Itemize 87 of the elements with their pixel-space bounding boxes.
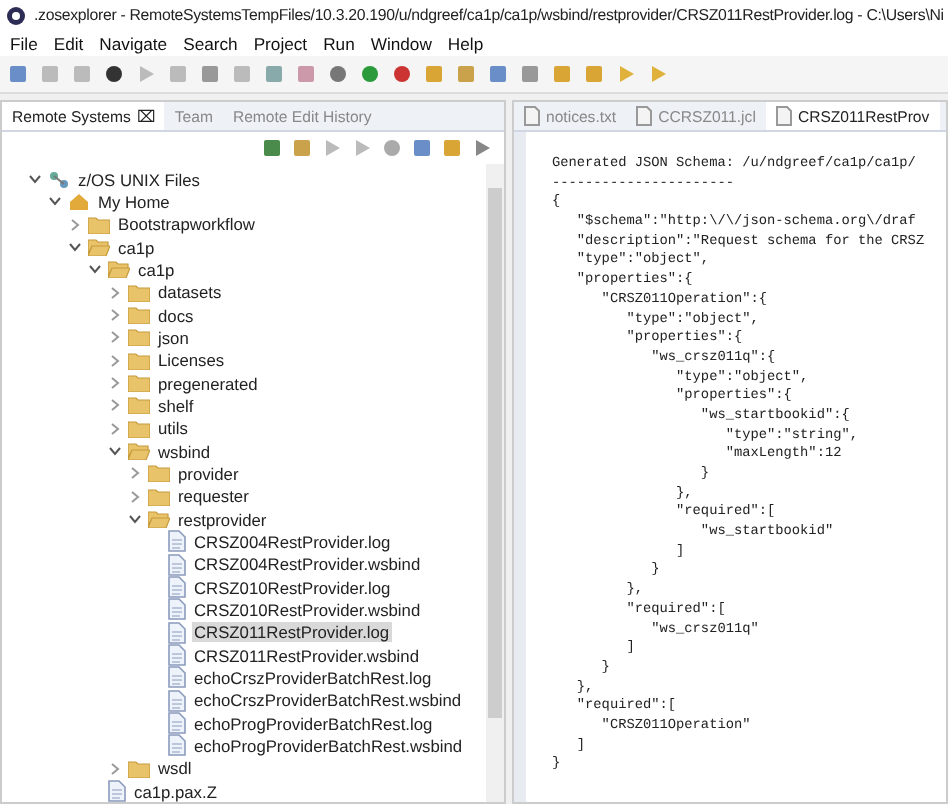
folder-icon xyxy=(148,464,170,483)
tree-item[interactable]: CRSZ010RestProvider.log xyxy=(192,577,393,598)
folder-icon xyxy=(128,396,150,415)
menu-item[interactable]: Project xyxy=(253,33,308,53)
forward-icon[interactable] xyxy=(648,64,668,84)
tree-item[interactable]: CRSZ010RestProvider.wsbind xyxy=(192,599,423,620)
folder-icon xyxy=(88,215,110,234)
open-folder-icon xyxy=(128,442,150,461)
tree-item[interactable]: echoProgProviderBatchRest.log xyxy=(192,713,435,734)
open-folder-icon xyxy=(148,510,170,529)
folder-icon xyxy=(148,487,170,506)
menu-item[interactable]: Help xyxy=(447,33,484,53)
tree-item[interactable]: pregenerated xyxy=(156,373,260,394)
tree-item[interactable]: shelf xyxy=(156,395,196,416)
tree-item[interactable]: utils xyxy=(156,418,190,439)
file-icon xyxy=(168,576,186,599)
app-icon xyxy=(6,5,26,25)
menu-item[interactable]: Navigate xyxy=(99,33,168,53)
file-icon xyxy=(168,666,186,689)
tree-item[interactable]: ca1p xyxy=(136,259,177,280)
chevron-right-icon[interactable] xyxy=(107,398,121,413)
tree-item[interactable]: restprovider xyxy=(176,509,269,530)
tree-item[interactable]: My Home xyxy=(96,191,172,212)
tree-item[interactable]: wsbind xyxy=(156,441,213,462)
file-icon xyxy=(168,734,186,757)
tree-item[interactable]: CRSZ004RestProvider.log xyxy=(192,531,393,552)
network-icon xyxy=(48,169,70,190)
open-folder-icon xyxy=(88,238,110,257)
tree-item[interactable]: requester xyxy=(176,486,251,507)
tree-item[interactable]: ca1p.pax.Z xyxy=(132,781,219,802)
chevron-right-icon[interactable] xyxy=(107,376,121,391)
file-icon xyxy=(168,712,186,735)
menu-item[interactable]: Run xyxy=(323,33,355,53)
chevron-right-icon[interactable] xyxy=(107,353,121,368)
file-icon xyxy=(168,689,186,712)
menu-item[interactable]: Search xyxy=(183,33,238,53)
folder-icon xyxy=(128,374,150,393)
chevron-right-icon[interactable] xyxy=(107,330,121,345)
tree-item[interactable]: provider xyxy=(176,463,241,484)
file-icon xyxy=(168,621,186,644)
file-icon xyxy=(108,780,126,803)
tree-item[interactable]: echoCrszProviderBatchRest.wsbind xyxy=(192,690,464,711)
chevron-right-icon[interactable] xyxy=(127,489,141,504)
chevron-down-icon[interactable] xyxy=(127,512,141,527)
open-folder-icon xyxy=(108,260,130,279)
menu-item[interactable]: Window xyxy=(370,33,432,53)
file-icon xyxy=(168,644,186,667)
chevron-right-icon[interactable] xyxy=(107,421,121,436)
chevron-down-icon[interactable] xyxy=(47,194,61,209)
home-icon xyxy=(68,191,90,212)
chevron-right-icon[interactable] xyxy=(107,308,121,323)
folder-icon xyxy=(128,759,150,778)
tree-item[interactable]: ca1p xyxy=(116,237,157,258)
file-icon xyxy=(168,553,186,576)
tree-item[interactable]: CRSZ004RestProvider.wsbind xyxy=(192,554,423,575)
chevron-down-icon[interactable] xyxy=(27,172,41,187)
tree-item[interactable]: wsdl xyxy=(156,758,194,779)
document-icon xyxy=(775,106,792,126)
chevron-down-icon[interactable] xyxy=(87,262,101,277)
tree-item[interactable]: CRSZ011RestProvider.log xyxy=(192,622,392,643)
tree-item[interactable]: CRSZ011RestProvider.wsbind xyxy=(192,645,421,666)
chevron-right-icon[interactable] xyxy=(107,761,121,776)
folder-icon xyxy=(128,419,150,438)
tree-item[interactable]: echoCrszProviderBatchRest.log xyxy=(192,667,434,688)
tree-item[interactable]: z/OS UNIX Files xyxy=(76,169,202,190)
tree-item[interactable]: Bootstrapworkflow xyxy=(116,214,257,235)
folder-icon xyxy=(128,351,150,370)
tree-item[interactable]: Licenses xyxy=(156,350,227,371)
file-icon xyxy=(168,598,186,621)
chevron-down-icon[interactable] xyxy=(107,444,121,459)
tree-item[interactable]: echoProgProviderBatchRest.wsbind xyxy=(192,735,465,756)
play-icon[interactable] xyxy=(136,64,156,84)
menu-item[interactable]: File xyxy=(10,33,38,53)
chevron-right-icon[interactable] xyxy=(127,466,141,481)
chevron-right-icon[interactable] xyxy=(107,285,121,300)
folder-icon xyxy=(128,306,150,325)
folder-icon xyxy=(128,328,150,347)
scrollbar[interactable] xyxy=(486,164,504,802)
tree-item[interactable]: json xyxy=(156,327,191,348)
file-icon xyxy=(168,530,186,553)
folder-icon xyxy=(128,283,150,302)
forward-icon[interactable] xyxy=(352,138,372,158)
chevron-down-icon[interactable] xyxy=(67,240,81,255)
tree-item[interactable]: datasets xyxy=(156,282,224,303)
chevron-right-icon[interactable] xyxy=(67,217,81,232)
tree-item[interactable]: docs xyxy=(156,305,196,326)
menu-item[interactable]: Edit xyxy=(53,33,84,53)
